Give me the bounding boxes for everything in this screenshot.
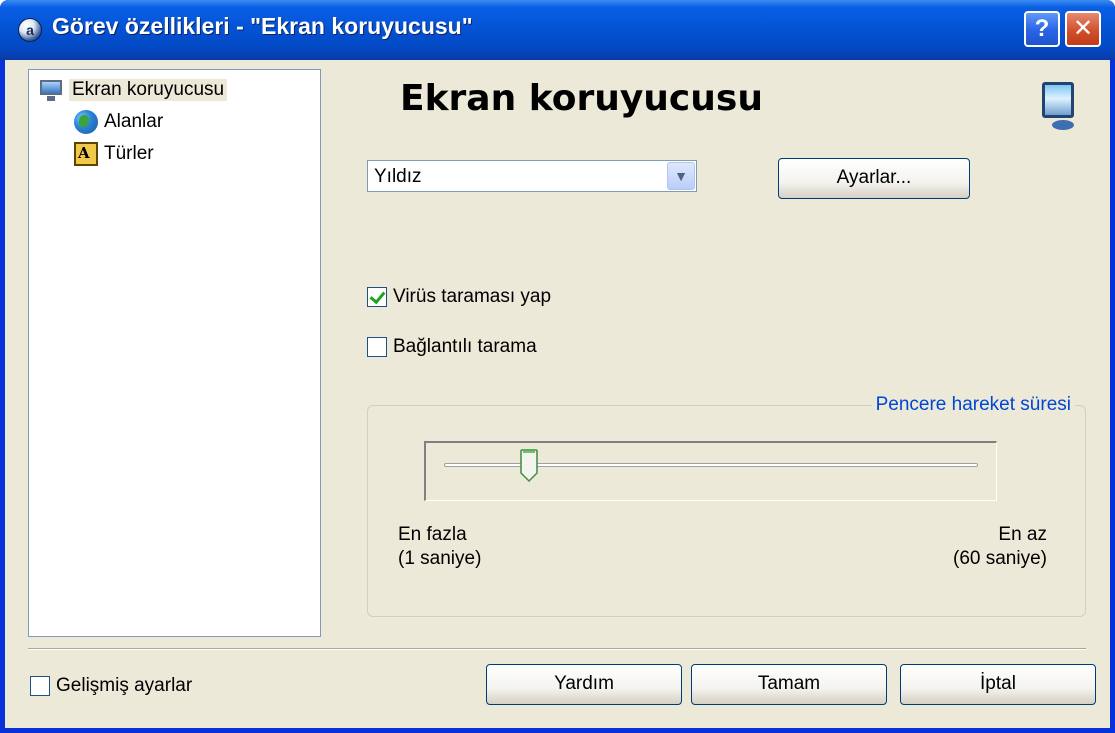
slider-thumb[interactable] xyxy=(520,449,539,483)
window-motion-group: Pencere hareket süresi En fazla (1 saniy… xyxy=(367,394,1086,617)
tree-item-label: Alanlar xyxy=(104,111,164,132)
slider-max-label: En az (60 saniye) xyxy=(953,523,1047,571)
slider-min-label: En fazla (1 saniye) xyxy=(398,523,481,571)
title-bar[interactable]: a Görev özellikleri - "Ekran koruyucusu"… xyxy=(0,0,1115,60)
screensaver-select-value: Yıldız xyxy=(374,166,422,187)
slider-min-value: (1 saniye) xyxy=(398,548,482,569)
screensaver-monitor-icon xyxy=(1042,82,1076,134)
virus-scan-label: Virüs taraması yap xyxy=(393,286,552,307)
page-title: Ekran koruyucusu xyxy=(400,78,763,119)
advanced-settings-checkbox[interactable] xyxy=(30,676,50,696)
ok-button[interactable]: Tamam xyxy=(691,664,887,705)
window-frame-bottom xyxy=(0,728,1115,733)
advanced-settings-label: Gelişmiş ayarlar xyxy=(56,675,193,696)
types-icon: A xyxy=(74,142,98,166)
tree-item-areas[interactable]: Alanlar xyxy=(74,108,163,136)
screensaver-select[interactable]: Yıldız ▼ xyxy=(367,160,697,192)
app-icon: a xyxy=(18,18,42,42)
chevron-down-icon[interactable]: ▼ xyxy=(667,162,695,190)
cancel-button[interactable]: İptal xyxy=(900,664,1096,705)
category-tree: Ekran koruyucusu Alanlar A Türler xyxy=(28,69,321,637)
dialog-client-area: Ekran koruyucusu Alanlar A Türler Ekran … xyxy=(5,60,1110,728)
slider-max-value: (60 saniye) xyxy=(953,548,1047,569)
slider-max-title: En az xyxy=(998,524,1047,545)
connected-scan-checkbox[interactable] xyxy=(367,337,387,357)
help-button[interactable]: Yardım xyxy=(486,664,682,705)
help-title-button[interactable]: ? xyxy=(1024,11,1060,47)
tree-item-screensaver[interactable]: Ekran koruyucusu xyxy=(39,76,228,104)
slider-frame xyxy=(424,441,997,501)
close-button[interactable]: ✕ xyxy=(1065,11,1101,47)
globe-icon xyxy=(74,110,98,134)
monitor-icon xyxy=(39,78,63,102)
slider-min-title: En fazla xyxy=(398,524,467,545)
tree-item-label: Türler xyxy=(104,143,154,164)
dialog-window: a Görev özellikleri - "Ekran koruyucusu"… xyxy=(0,0,1115,733)
settings-button[interactable]: Ayarlar... xyxy=(778,158,970,199)
connected-scan-option[interactable]: Bağlantılı tarama xyxy=(367,336,537,358)
footer-divider xyxy=(28,648,1086,650)
connected-scan-label: Bağlantılı tarama xyxy=(393,336,537,357)
window-title: Görev özellikleri - "Ekran koruyucusu" xyxy=(52,13,473,39)
group-legend: Pencere hareket süresi xyxy=(871,394,1075,416)
virus-scan-checkbox[interactable] xyxy=(367,287,387,307)
virus-scan-option[interactable]: Virüs taraması yap xyxy=(367,286,551,308)
tree-item-label: Ekran koruyucusu xyxy=(69,79,228,101)
tree-item-types[interactable]: A Türler xyxy=(74,140,154,168)
advanced-settings-option[interactable]: Gelişmiş ayarlar xyxy=(30,675,192,697)
